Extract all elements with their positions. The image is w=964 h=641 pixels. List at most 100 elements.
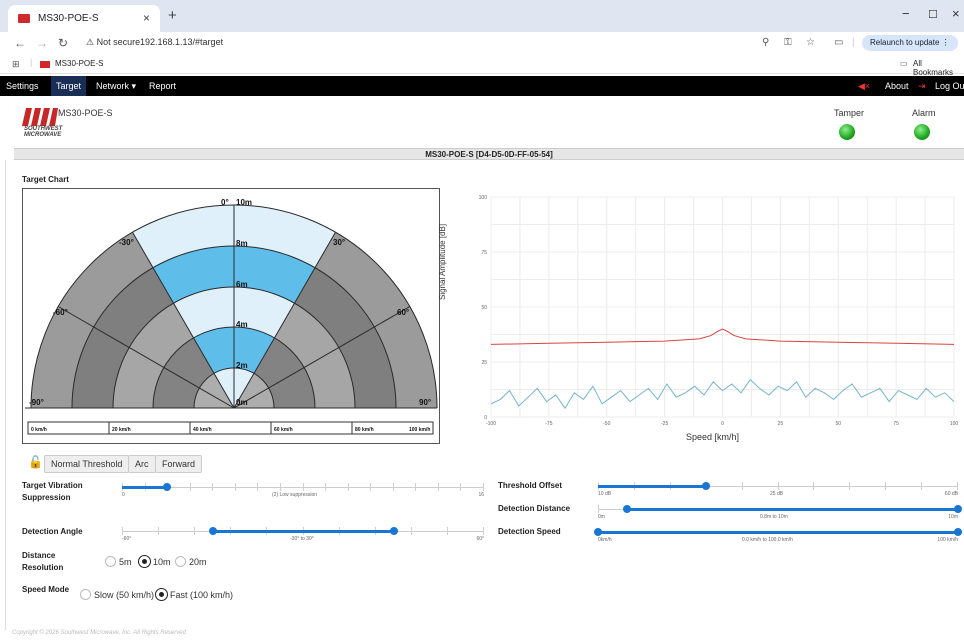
- slider-tick: [370, 483, 371, 491]
- x-tick-label: -75: [545, 421, 552, 427]
- normal-threshold-button[interactable]: Normal Threshold: [44, 455, 130, 473]
- x-tick-label: 0: [721, 421, 724, 427]
- spectrum-chart: -100 -75 -50 -25 0 25 50 75 100 0 25 50 75 100: [479, 195, 959, 427]
- slider-tick: [778, 482, 779, 490]
- slider-thumb[interactable]: [163, 483, 172, 491]
- x-tick-label: 75: [893, 421, 899, 427]
- range-label: 4m: [236, 320, 248, 329]
- slider-tick: [921, 482, 922, 490]
- radio-20m[interactable]: [175, 556, 186, 567]
- slider-value-label: 10 dB: [598, 491, 612, 497]
- bookmark-divider: |: [30, 57, 33, 67]
- slider-thumb[interactable]: [208, 527, 217, 535]
- slider-thumb[interactable]: [702, 482, 710, 490]
- all-bookmarks-link[interactable]: All Bookmarks: [913, 59, 964, 77]
- nav-logout[interactable]: Log Out: [935, 81, 964, 91]
- relaunch-button[interactable]: Relaunch to update ⋮: [862, 35, 958, 51]
- detection-angle-slider[interactable]: -60° -30° to 30° 60°: [122, 526, 484, 544]
- forward-button[interactable]: Forward: [155, 455, 203, 473]
- footer-copyright: Copyright © 2026 Southwest Microwave, In…: [12, 630, 186, 636]
- reload-icon[interactable]: ↻: [58, 36, 68, 50]
- radio-10m[interactable]: [139, 556, 150, 567]
- minimize-icon[interactable]: −: [902, 6, 910, 21]
- speed-scale-label: 0 km/h: [31, 427, 47, 433]
- radio-label: 5m: [119, 557, 132, 567]
- forward-icon[interactable]: →: [36, 36, 48, 50]
- radio-slow[interactable]: [80, 589, 91, 600]
- close-window-icon[interactable]: ×: [952, 6, 960, 21]
- range-label: 8m: [236, 239, 248, 248]
- angle-label: -90°: [29, 398, 44, 407]
- zoom-icon[interactable]: ⚲: [762, 37, 769, 48]
- nav-about[interactable]: About: [885, 81, 909, 91]
- radio-label: 20m: [189, 557, 207, 567]
- mute-speaker-icon[interactable]: ◀×: [858, 81, 870, 92]
- nav-network[interactable]: Network ▾: [96, 81, 136, 92]
- angle-label: 0°: [221, 198, 229, 207]
- slider-value-label: 25 dB: [770, 491, 784, 497]
- passwords-icon[interactable]: ⚿: [784, 37, 792, 48]
- bookmark-star-icon[interactable]: ☆: [806, 37, 815, 48]
- reading-mode-icon[interactable]: ▭: [834, 37, 843, 48]
- slider-thumb[interactable]: [622, 505, 631, 513]
- browser-tab[interactable]: MS30-POE-S ×: [8, 5, 160, 32]
- slider-tick: [194, 527, 195, 535]
- folder-icon: ▭: [900, 59, 908, 68]
- radar-chart: -90° -60° -30° 0° 30° 60° 90° 10m 8m 6m …: [22, 188, 440, 444]
- logout-icon[interactable]: ⇥: [918, 81, 926, 92]
- slider-tick: [415, 483, 416, 491]
- slider-tick: [393, 483, 394, 491]
- not-secure-label: Not secure: [96, 37, 141, 47]
- address-bar[interactable]: ⚠ Not secure 192.168.1.13/#target: [84, 35, 736, 51]
- nav-network-label: Network: [96, 81, 130, 91]
- tab-close-icon[interactable]: ×: [143, 11, 150, 25]
- angle-label: 90°: [419, 398, 431, 407]
- back-icon[interactable]: ←: [14, 36, 26, 50]
- radio-fast[interactable]: [156, 589, 167, 600]
- range-label: 6m: [236, 280, 248, 289]
- radio-label: 10m: [153, 557, 171, 567]
- bookmark-item[interactable]: MS30-POE-S: [55, 59, 103, 68]
- slider-value-label: -60°: [122, 536, 132, 542]
- alarm-label: Alarm: [912, 108, 936, 118]
- slider-value-label: 16: [478, 492, 484, 498]
- tamper-label: Tamper: [834, 108, 865, 118]
- slider-thumb[interactable]: [389, 527, 398, 535]
- threshold-offset-slider[interactable]: 10 dB 25 dB 60 dB: [598, 481, 958, 499]
- slider-tick: [849, 482, 850, 490]
- apps-icon[interactable]: ⊞: [12, 59, 20, 70]
- app-navbar: Settings Target Network ▾ Report ◀× Abou…: [0, 76, 964, 96]
- angle-label: 30°: [333, 238, 345, 247]
- slider-tick: [303, 483, 304, 491]
- angle-label: -60°: [53, 308, 68, 317]
- nav-settings[interactable]: Settings: [6, 81, 39, 91]
- nav-report[interactable]: Report: [149, 81, 176, 91]
- detection-speed-slider[interactable]: 0km/h 0.0 km/h to 100.0 km/h 100 km/h: [594, 527, 962, 545]
- chevron-down-icon: ▾: [131, 81, 137, 91]
- slider-thumb[interactable]: [954, 505, 962, 513]
- y-tick-label: 100: [479, 195, 488, 201]
- nav-target[interactable]: Target: [51, 76, 87, 96]
- detection-distance-slider[interactable]: 0m 0.8m to 10m 10m: [598, 504, 962, 522]
- maximize-icon[interactable]: ☐: [928, 8, 938, 21]
- radio-label: Fast (100 km/h): [170, 590, 234, 600]
- slider-thumb[interactable]: [594, 528, 602, 536]
- arc-button[interactable]: Arc: [128, 455, 156, 473]
- range-label: 2m: [236, 361, 248, 370]
- slider-tick: [813, 482, 814, 490]
- angle-label: 60°: [397, 308, 409, 317]
- radar-svg: -90° -60° -30° 0° 30° 60° 90° 10m 8m 6m …: [25, 198, 438, 435]
- unlock-icon[interactable]: 🔓: [28, 455, 43, 469]
- brand-logo-icon: [22, 108, 58, 126]
- vibration-slider[interactable]: 0 (2) Low suppression 16: [122, 482, 484, 500]
- bookmarks-bar: ⊞ | MS30-POE-S ▭ All Bookmarks: [0, 54, 964, 77]
- slider-fill: [598, 485, 706, 488]
- radio-5m[interactable]: [105, 556, 116, 567]
- y-axis-label: Signal Amplitude [dB]: [438, 223, 447, 300]
- not-secure-indicator[interactable]: ⚠ Not secure: [86, 37, 140, 48]
- speed-mode-label: Speed Mode: [22, 585, 70, 594]
- new-tab-icon[interactable]: +: [168, 7, 177, 24]
- slider-thumb[interactable]: [954, 528, 962, 536]
- slider-tick: [122, 527, 123, 535]
- slider-tick: [447, 527, 448, 535]
